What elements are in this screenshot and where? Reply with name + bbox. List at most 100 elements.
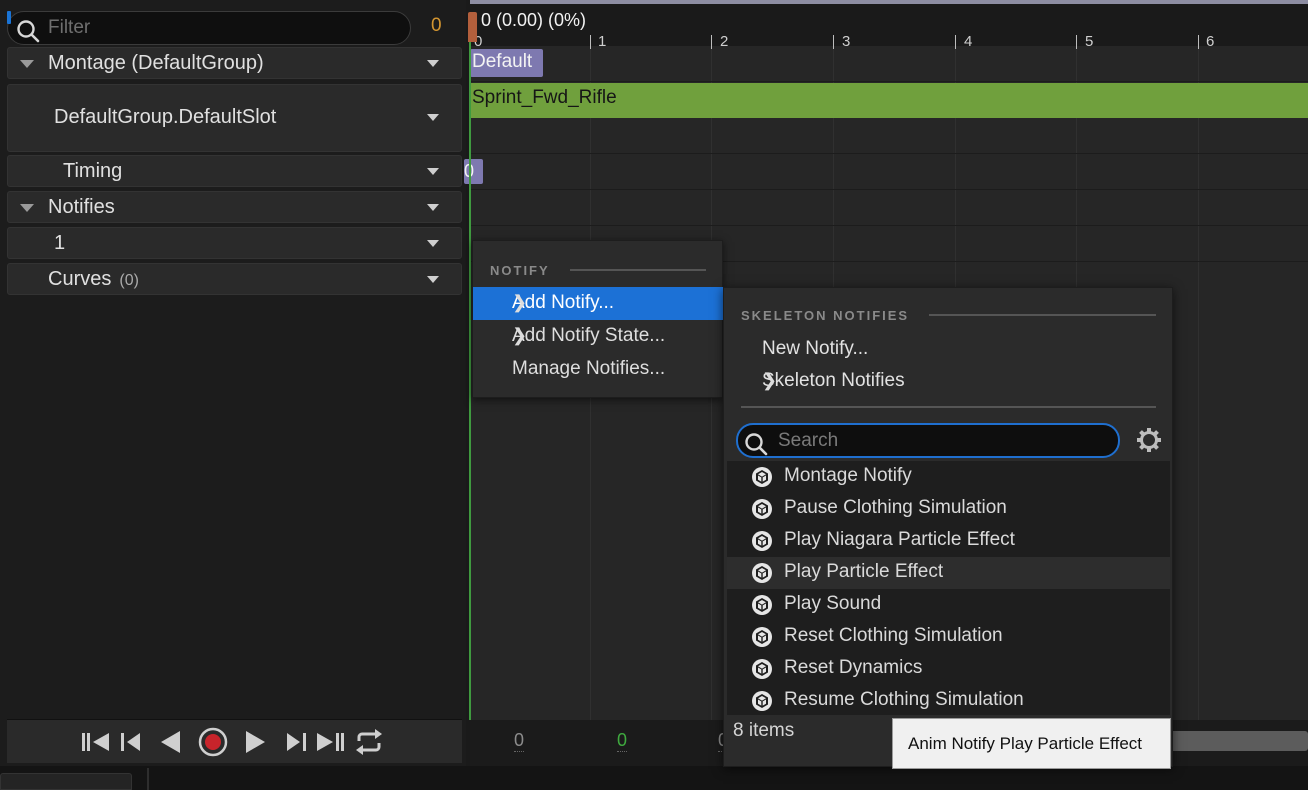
track-label-notify-1: 1 — [54, 232, 66, 254]
step-forward-button[interactable] — [283, 729, 309, 755]
list-item[interactable]: Resume Clothing Simulation — [727, 685, 1170, 717]
status-divider — [147, 768, 149, 790]
step-back-icon — [121, 733, 140, 751]
play-reverse-icon — [161, 731, 180, 753]
dropdown-arrow-icon[interactable] — [427, 168, 439, 175]
collapse-triangle-icon[interactable] — [20, 204, 34, 212]
list-item-label: Play Particle Effect — [784, 561, 944, 582]
filter-placeholder: Filter — [48, 17, 91, 38]
item-count: 8 items — [733, 720, 795, 741]
track-row-curves[interactable]: Curves (0) — [7, 263, 462, 295]
current-frame-value[interactable]: 0 — [617, 730, 628, 752]
record-button[interactable] — [198, 727, 228, 757]
loop-icon — [356, 729, 382, 755]
step-forward-icon — [287, 733, 306, 751]
skeleton-notifies-menu-item[interactable]: Skeleton Notifies ❯ — [724, 365, 1172, 397]
go-to-start-button[interactable] — [80, 729, 112, 755]
chevron-right-icon: ❯ — [512, 292, 528, 312]
track-label-notifies: Notifies — [48, 196, 115, 218]
manage-notifies-menu-item[interactable]: Manage Notifies... — [473, 353, 723, 386]
ruler-tick — [590, 35, 591, 49]
go-to-end-button[interactable] — [314, 729, 346, 755]
track-row-montage[interactable]: Montage (DefaultGroup) — [7, 47, 462, 79]
timeline-scrollbar[interactable] — [1170, 731, 1308, 751]
grid-line — [1198, 46, 1199, 720]
track-label-slot: DefaultGroup.DefaultSlot — [54, 106, 277, 128]
list-item-label: Resume Clothing Simulation — [784, 689, 1024, 710]
track-row-notify-1[interactable]: 1 — [7, 227, 462, 259]
animation-segment[interactable]: Sprint_Fwd_Rifle — [470, 83, 1308, 118]
play-button[interactable] — [243, 729, 269, 755]
transport-bar — [7, 719, 462, 763]
current-frame-info: 0 (0.00) (0%) — [481, 10, 587, 30]
filter-count: 0 — [431, 15, 442, 36]
list-item-label: Reset Clothing Simulation — [784, 625, 1003, 646]
notify-search-input[interactable]: Search — [736, 423, 1120, 458]
search-placeholder: Search — [778, 430, 839, 451]
ruler-tick-label: 4 — [964, 33, 973, 50]
ruler-tick — [711, 35, 712, 49]
start-frame-value[interactable]: 0 — [514, 730, 525, 752]
list-item[interactable]: Reset Clothing Simulation — [727, 621, 1170, 653]
new-notify-menu-item[interactable]: New Notify... — [724, 333, 1172, 365]
list-item-label: Play Sound — [784, 593, 882, 614]
notify-context-menu: NOTIFY Add Notify... ❯ Add Notify State.… — [472, 240, 723, 398]
status-tab[interactable] — [0, 773, 132, 790]
list-item-label: Pause Clothing Simulation — [784, 497, 1007, 518]
list-item[interactable]: Play Particle Effect — [727, 557, 1170, 589]
grid-line — [470, 189, 1308, 190]
ruler-tick-label: 2 — [720, 33, 729, 50]
blueprint-class-icon — [752, 691, 772, 711]
blueprint-class-icon — [752, 595, 772, 615]
filter-input[interactable]: Filter — [7, 11, 411, 45]
dropdown-arrow-icon[interactable] — [427, 60, 439, 67]
notify-class-list: Montage Notify Pause Clothing Simulation… — [727, 461, 1170, 715]
dropdown-arrow-icon[interactable] — [427, 204, 439, 211]
chevron-right-icon: ❯ — [762, 370, 778, 390]
list-item[interactable]: Reset Dynamics — [727, 653, 1170, 685]
list-item[interactable]: Pause Clothing Simulation — [727, 493, 1170, 525]
blueprint-class-icon — [752, 659, 772, 679]
ruler-tick-label: 3 — [842, 33, 851, 50]
skip-to-end-icon — [317, 733, 344, 751]
add-notify-menu-item[interactable]: Add Notify... ❯ — [473, 287, 723, 320]
skeleton-notifies-submenu: SKELETON NOTIFIES New Notify... Skeleton… — [723, 287, 1173, 767]
grid-line — [470, 81, 1308, 82]
track-row-notifies[interactable]: Notifies — [7, 191, 462, 223]
search-icon — [745, 433, 768, 456]
dropdown-arrow-icon[interactable] — [427, 114, 439, 121]
step-back-button[interactable] — [118, 729, 144, 755]
track-row-slot[interactable]: DefaultGroup.DefaultSlot — [7, 84, 462, 152]
list-item[interactable]: Montage Notify — [727, 461, 1170, 493]
skip-to-start-icon — [82, 733, 109, 751]
section-badge[interactable]: Default — [470, 49, 543, 77]
menu-item-label: New Notify... — [762, 338, 869, 359]
loop-button[interactable] — [354, 729, 384, 755]
focus-marker — [7, 11, 11, 24]
menu-item-label: Manage Notifies... — [512, 358, 666, 379]
list-item[interactable]: Play Sound — [727, 589, 1170, 621]
ruler-tick-label: 1 — [598, 33, 607, 50]
blueprint-class-icon — [752, 563, 772, 583]
chevron-right-icon: ❯ — [512, 325, 528, 345]
menu-section-divider — [929, 314, 1156, 316]
ruler-tick — [833, 35, 834, 49]
gear-icon[interactable] — [1136, 427, 1162, 453]
track-label-montage: Montage (DefaultGroup) — [48, 52, 264, 74]
dropdown-arrow-icon[interactable] — [427, 240, 439, 247]
blueprint-class-icon — [752, 531, 772, 551]
play-icon — [246, 731, 265, 753]
track-row-timing[interactable]: Timing — [7, 155, 462, 187]
list-item[interactable]: Play Niagara Particle Effect — [727, 525, 1170, 557]
track-label-curves: Curves (0) — [48, 268, 139, 290]
time-ruler[interactable]: 0 1 2 3 4 5 6 — [470, 4, 1308, 50]
blueprint-class-icon — [752, 627, 772, 647]
add-notify-state-menu-item[interactable]: Add Notify State... ❯ — [473, 320, 723, 353]
notify-badge[interactable]: 0 — [464, 159, 483, 184]
playhead-handle[interactable] — [468, 12, 477, 42]
play-reverse-button[interactable] — [157, 729, 183, 755]
collapse-triangle-icon[interactable] — [20, 60, 34, 68]
dropdown-arrow-icon[interactable] — [427, 276, 439, 283]
menu-divider — [741, 406, 1156, 408]
playhead-line[interactable] — [469, 14, 471, 720]
